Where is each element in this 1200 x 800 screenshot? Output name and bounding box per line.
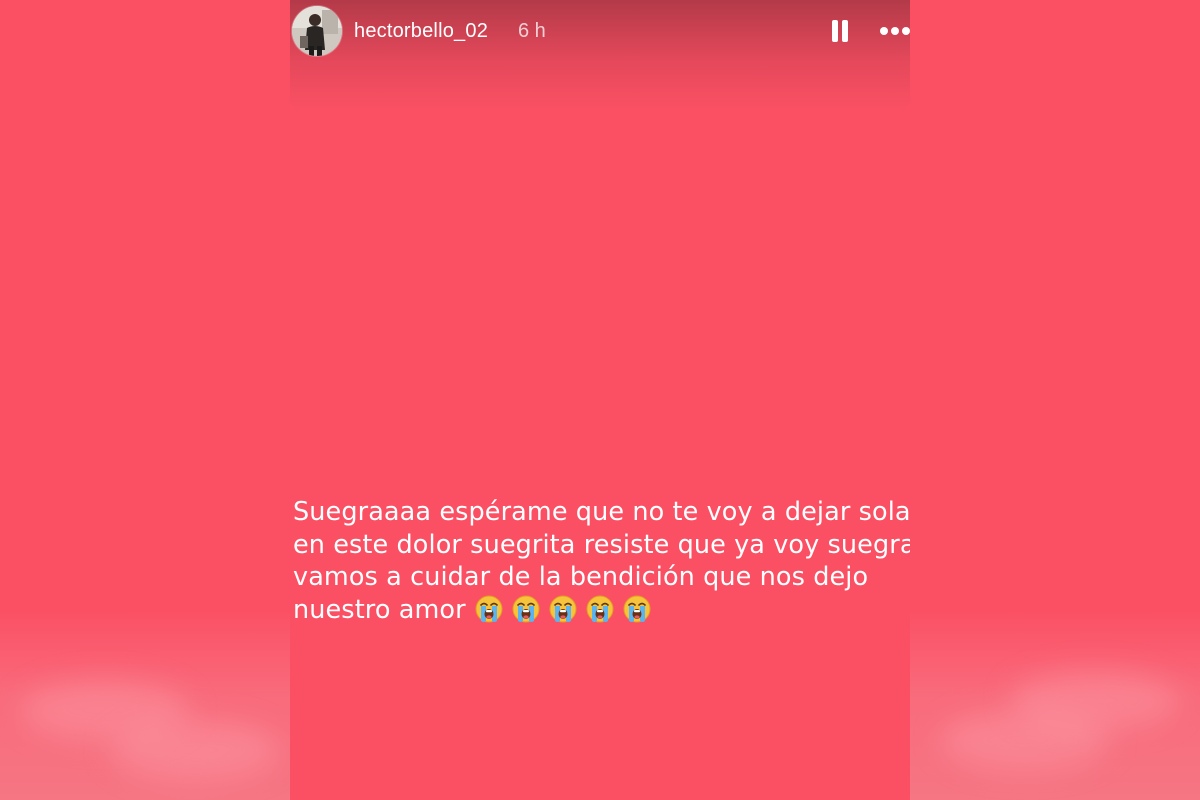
caption-line: nuestro amor bbox=[293, 594, 466, 625]
loudly-crying-face-icon bbox=[511, 594, 541, 624]
left-backdrop-fade bbox=[0, 610, 290, 800]
more-options-icon[interactable] bbox=[878, 22, 910, 42]
caption-line: Suegraaaa espérame que no te voy a dejar… bbox=[293, 497, 910, 527]
avatar[interactable] bbox=[292, 6, 342, 56]
caption-last-line: nuestro amor bbox=[293, 594, 910, 627]
loudly-crying-face-icon bbox=[474, 594, 504, 624]
story-caption: Suegraaaa espérame que no te voy a dejar… bbox=[293, 496, 910, 627]
story-viewer[interactable]: hectorbello_02 6 h Suegraaaa espérame qu… bbox=[290, 0, 910, 800]
story-header: hectorbello_02 6 h bbox=[290, 0, 910, 64]
profile-avatar-image bbox=[292, 6, 342, 56]
story-timestamp: 6 h bbox=[518, 20, 546, 42]
loudly-crying-face-icon bbox=[548, 594, 578, 624]
right-backdrop-fade bbox=[910, 610, 1200, 800]
caption-line: vamos a cuidar de la bendición que nos d… bbox=[293, 562, 869, 592]
caption-line: en este dolor suegrita resiste que ya vo… bbox=[293, 529, 910, 560]
emoji-row bbox=[474, 594, 659, 627]
pause-icon[interactable] bbox=[828, 18, 852, 44]
story-username[interactable]: hectorbello_02 bbox=[354, 20, 488, 43]
loudly-crying-face-icon bbox=[585, 594, 615, 624]
loudly-crying-face-icon bbox=[622, 594, 652, 624]
